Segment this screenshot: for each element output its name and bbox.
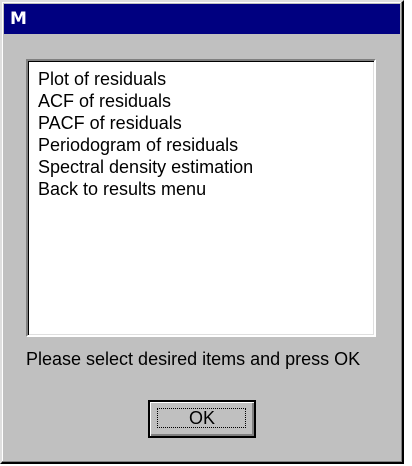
list-item-back-to-results-menu[interactable]: Back to results menu (38, 178, 374, 200)
ok-button-label: OK (188, 408, 215, 428)
window-title: M (10, 9, 28, 29)
list-item-pacf-of-residuals[interactable]: PACF of residuals (38, 112, 374, 134)
list-item-periodogram-of-residuals[interactable]: Periodogram of residuals (38, 134, 374, 156)
title-bar[interactable]: M (4, 4, 400, 34)
list-item-acf-of-residuals[interactable]: ACF of residuals (38, 90, 374, 112)
list-item-spectral-density-estimation[interactable]: Spectral density estimation (38, 156, 374, 178)
instruction-text: Please select desired items and press OK (26, 349, 361, 369)
dialog-window: M Plot of residuals ACF of residuals PAC… (0, 0, 404, 464)
ok-button[interactable]: OK (148, 400, 256, 438)
options-listbox[interactable]: Plot of residuals ACF of residuals PACF … (26, 59, 376, 337)
list-item-plot-of-residuals[interactable]: Plot of residuals (38, 68, 374, 90)
